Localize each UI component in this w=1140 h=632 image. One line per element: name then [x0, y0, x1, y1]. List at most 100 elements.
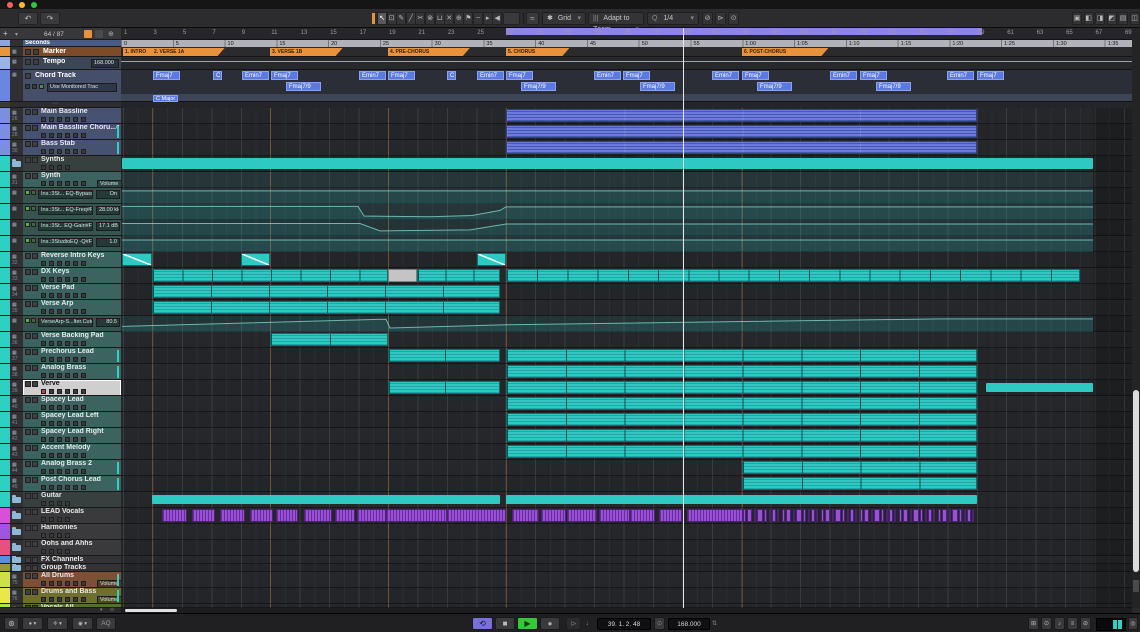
automation-curve-1[interactable] [122, 204, 1093, 220]
event-purple[interactable] [192, 509, 215, 522]
record-enable-button[interactable] [41, 437, 46, 442]
stop-button[interactable]: ■ [495, 617, 515, 630]
event-purple-slice[interactable] [871, 509, 873, 522]
tool-button-4[interactable]: ✂ [415, 12, 425, 25]
audition-button[interactable]: ⊛ [4, 617, 19, 630]
automation-parameter-name[interactable]: Ins.:3StudioEQ -Q#FL [38, 238, 93, 247]
event-purple-slice[interactable] [786, 509, 791, 522]
transport-combo-0[interactable]: ● ▾ [22, 617, 43, 630]
automation-curve-4[interactable] [122, 316, 1093, 332]
filter-tracks-button[interactable] [84, 30, 92, 38]
read-button[interactable] [65, 117, 70, 122]
chord-event-7[interactable]: C [447, 71, 456, 80]
write-button[interactable] [73, 405, 78, 410]
event-purple-slice[interactable] [952, 509, 958, 522]
track-row-synths[interactable]: Synths [0, 156, 121, 172]
window-zone-toggle-1[interactable]: ◧ [1084, 12, 1094, 25]
mute-button[interactable] [25, 461, 31, 467]
freeze-button[interactable] [81, 485, 86, 490]
event-purple-slice[interactable] [803, 509, 806, 522]
read-button[interactable] [65, 181, 70, 186]
mute-button[interactable] [25, 253, 31, 259]
window-zone-toggle-0[interactable]: ▣ [1072, 12, 1082, 25]
write-automation-button[interactable] [31, 222, 36, 227]
transport-position-display[interactable]: 39. 1. 2. 48 [597, 618, 651, 630]
event-purple-slice[interactable] [894, 509, 896, 522]
track-cell[interactable]: Marker [23, 47, 121, 57]
read-automation-button[interactable] [25, 222, 30, 227]
event-purple-slice[interactable] [782, 509, 785, 522]
track-cell[interactable]: DX Keys [23, 268, 121, 284]
solo-button[interactable] [32, 349, 38, 355]
freeze-button[interactable] [81, 437, 86, 442]
read-automation-button[interactable] [25, 318, 30, 323]
tool-button-2[interactable]: ✎ [396, 12, 406, 25]
monitor-button[interactable] [49, 181, 54, 186]
event-purple[interactable] [335, 509, 355, 522]
solo-button[interactable] [32, 301, 38, 307]
read-button[interactable] [65, 501, 70, 506]
folder-icon[interactable] [12, 557, 21, 563]
track-row-ins-3st-eq-bypass[interactable]: ▦Ins.:3St... EQ-BypassOn [0, 188, 121, 204]
record-enable-button[interactable] [41, 549, 46, 554]
chord-event-9[interactable]: Fmaj7 [506, 71, 533, 80]
event-purple-slice[interactable] [772, 509, 776, 522]
chord-event-13[interactable]: Fmaj7/9 [640, 82, 675, 91]
tool-button-8[interactable]: ⊕ [454, 12, 464, 25]
event-purple[interactable] [567, 509, 597, 522]
auto-quantize-button[interactable]: AQ [96, 617, 116, 630]
freeze-button[interactable] [81, 421, 86, 426]
monitor-button[interactable] [49, 117, 54, 122]
mute-button[interactable] [25, 381, 31, 387]
event-purple[interactable] [162, 509, 187, 522]
event-cyanbar[interactable] [506, 495, 977, 504]
record-button[interactable] [25, 84, 30, 89]
event-purple-slice[interactable] [881, 509, 884, 522]
solo-button[interactable] [32, 141, 38, 147]
event-diag[interactable] [477, 253, 506, 266]
edit-instrument-button[interactable] [57, 165, 62, 170]
read-automation-button[interactable] [25, 238, 30, 243]
write-button[interactable] [73, 261, 78, 266]
mute-button[interactable] [25, 525, 31, 531]
mute-button[interactable] [25, 301, 31, 307]
write-button[interactable] [73, 469, 78, 474]
record-enable-button[interactable] [41, 133, 46, 138]
mute-button[interactable] [25, 333, 31, 339]
event-purple-slice[interactable] [933, 509, 935, 522]
record-enable-button[interactable] [41, 341, 46, 346]
monitor-button[interactable] [49, 469, 54, 474]
chord-event-19[interactable]: Fmaj7/9 [876, 82, 911, 91]
event-purple-slice[interactable] [874, 509, 880, 522]
track-cell[interactable]: Seconds [23, 40, 121, 47]
read-button[interactable] [65, 341, 70, 346]
punch-button[interactable]: ⊳ [566, 617, 581, 630]
track-cell[interactable]: Verve [23, 380, 121, 396]
read-button[interactable] [65, 549, 70, 554]
track-controls-button[interactable] [95, 30, 103, 38]
event-purple[interactable] [447, 509, 506, 522]
event-cyan[interactable] [742, 461, 977, 474]
solo-button[interactable] [32, 509, 38, 515]
maximize-window-button[interactable] [31, 2, 37, 8]
freeze-button[interactable] [81, 277, 86, 282]
event-cyan[interactable] [417, 269, 500, 282]
record-enable-button[interactable] [41, 597, 46, 602]
record-enable-button[interactable] [41, 309, 46, 314]
event-purple-slice[interactable] [860, 509, 863, 522]
track-row-chord-track[interactable]: ▦Chord TrackUse Monitored Trac [0, 70, 121, 102]
mute-button[interactable] [25, 157, 31, 163]
tempo-display[interactable]: 168.000 [668, 618, 710, 630]
read-button[interactable] [65, 309, 70, 314]
automation-value[interactable]: 1.0 [96, 238, 120, 247]
edit-instrument-button[interactable] [57, 437, 62, 442]
write-button[interactable] [73, 293, 78, 298]
mute-button[interactable] [25, 493, 31, 499]
folder-icon[interactable] [12, 565, 21, 571]
monitor-button[interactable] [49, 517, 54, 522]
freeze-button[interactable] [81, 597, 86, 602]
mute-button[interactable] [25, 109, 31, 115]
edit-instrument-button[interactable] [57, 485, 62, 490]
event-purple-slice[interactable] [743, 509, 746, 522]
record-enable-button[interactable] [41, 277, 46, 282]
